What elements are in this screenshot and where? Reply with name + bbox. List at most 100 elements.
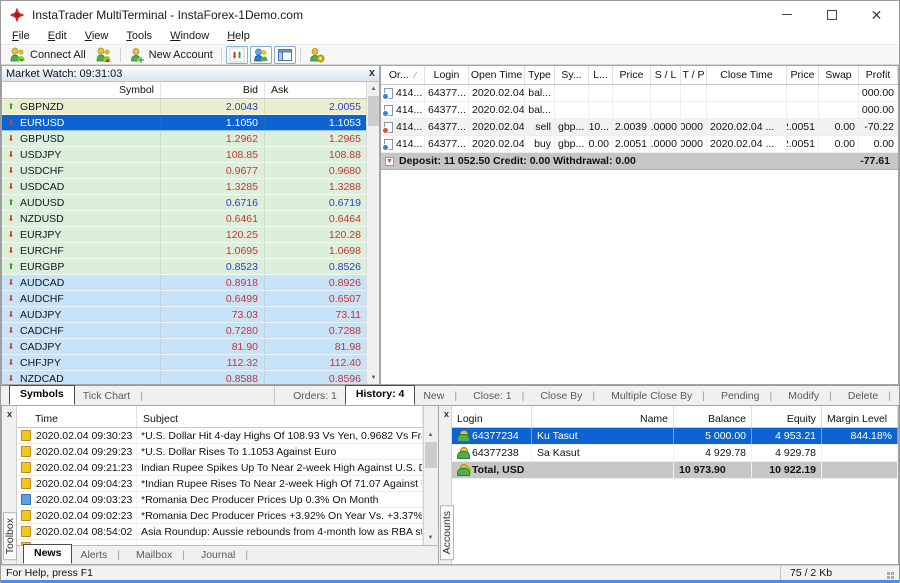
symbol-row[interactable]: AUDUSD 0.6716 0.6719 [2,195,368,211]
market-watch-tab[interactable]: Tick Chart [75,388,151,405]
symbol-row[interactable]: EURGBP 0.8523 0.8526 [2,259,368,275]
symbol-row[interactable]: CHFJPY 112.32 112.40 [2,355,368,371]
column-header[interactable]: Name [532,406,674,427]
order-row[interactable]: 414... 64377... 2020.02.04 ... buy gbp..… [381,136,898,153]
market-watch-title-bar[interactable]: Market Watch: 09:31:03 x [2,66,379,82]
symbol-row[interactable]: EURUSD 1.1050 1.1053 [2,115,368,131]
news-row[interactable]: 2020.02.04 09:30:23 *U.S. Dollar Hit 4-d… [17,428,423,444]
column-header[interactable]: Time [17,406,137,427]
symbol-row[interactable]: GBPUSD 1.2962 1.2965 [2,131,368,147]
market-watch-scrollbar[interactable]: ▲ ▼ [366,82,379,384]
accounts-close-button[interactable]: x [441,408,452,419]
column-header[interactable]: Profit [859,66,898,84]
toolbox-tab[interactable]: News [23,544,72,564]
scroll-up-icon[interactable]: ▲ [424,428,437,441]
symbol-row[interactable]: CADJPY 81.90 81.98 [2,339,368,355]
news-row[interactable]: 2020.02.04 09:03:23 *Romania Dec Produce… [17,492,423,508]
menu-item[interactable]: Help [218,29,259,43]
menu-item[interactable]: View [76,29,118,43]
symbol-row[interactable]: CADCHF 0.7280 0.7288 [2,323,368,339]
orders-tab[interactable]: Delete [840,388,899,405]
market-watch-toggle-button[interactable] [226,46,248,64]
menu-item[interactable]: File [3,29,39,43]
menu-item[interactable]: Tools [117,29,161,43]
menu-item[interactable]: Edit [39,29,76,43]
order-row[interactable]: 414... 64377... 2020.02.04 ... sell gbp.… [381,119,898,136]
market-watch-tab[interactable]: Symbols [9,385,75,405]
orders-tab[interactable]: New [415,388,465,405]
scroll-down-icon[interactable]: ▼ [367,371,380,384]
column-header[interactable]: S / L [651,66,681,84]
column-header[interactable]: Bid [161,82,265,98]
column-header[interactable]: Sy... [555,66,589,84]
column-header[interactable]: Login [452,406,532,427]
menu-item[interactable]: Window [161,29,218,43]
column-header[interactable]: Close Time [707,66,787,84]
order-row[interactable]: 414... 64377... 2020.02.04 ... bal... 5 … [381,102,898,119]
account-row[interactable]: 64377238 Sa Kasut 4 929.78 4 929.78 [452,445,898,462]
orders-tab[interactable]: Pending [713,388,780,405]
market-watch-close-button[interactable]: x [369,68,375,79]
connect-all-button[interactable]: Connect All [5,46,91,64]
news-row[interactable]: 2020.02.04 08:54:02 Asia Roundup: Aussie… [17,524,423,540]
symbol-row[interactable]: EURJPY 120.25 120.28 [2,227,368,243]
column-header[interactable]: Price [613,66,651,84]
scrollbar-thumb[interactable] [368,96,379,126]
toolbox-vertical-tab[interactable]: Toolbox [3,512,17,560]
column-header[interactable]: Login [425,66,469,84]
column-header[interactable]: Symbol [2,82,161,98]
symbol-row[interactable]: USDCHF 0.9677 0.9680 [2,163,368,179]
toolbox-close-button[interactable]: x [4,408,15,419]
column-header[interactable]: Type [525,66,555,84]
column-header[interactable]: Subject [137,406,423,427]
orders-tab[interactable]: Close By [532,388,603,405]
column-header[interactable]: L... [589,66,613,84]
symbol-row[interactable]: AUDCAD 0.8918 0.8926 [2,275,368,291]
news-row[interactable]: 2020.02.04 09:29:23 *U.S. Dollar Rises T… [17,444,423,460]
symbol-row[interactable]: EURCHF 1.0695 1.0698 [2,243,368,259]
accounts-vertical-tab[interactable]: Accounts [440,505,454,560]
scroll-up-icon[interactable]: ▲ [367,82,380,95]
column-header[interactable]: Margin Level [822,406,898,427]
column-header[interactable]: Open Time [469,66,525,84]
toolbox-tab[interactable]: Alerts [72,547,128,564]
scroll-down-icon[interactable]: ▼ [424,531,437,544]
resize-grip[interactable] [891,572,894,575]
column-header[interactable]: Equity [752,406,822,427]
orders-tab[interactable]: Multiple Close By [603,388,713,405]
column-header[interactable]: Price [787,66,819,84]
news-row[interactable]: 2020.02.04 09:04:23 *Indian Rupee Rises … [17,476,423,492]
column-header[interactable]: Or...∕ [381,66,425,84]
column-header[interactable]: T / P [681,66,707,84]
news-row[interactable]: 2020.02.04 09:21:23 Indian Rupee Spikes … [17,460,423,476]
close-button[interactable]: ✕ [854,1,899,28]
news-row[interactable]: 2020.02.04 09:02:23 *Romania Dec Produce… [17,508,423,524]
news-scrollbar[interactable]: ▲ ▼ [423,406,438,564]
symbol-row[interactable]: NZDCAD 0.8588 0.8596 [2,371,368,385]
orders-tab[interactable]: History: 4 [345,385,415,405]
column-header[interactable]: Balance [674,406,752,427]
minimize-button[interactable] [764,1,809,28]
toolbox-tab[interactable]: Mailbox [128,547,193,564]
column-header[interactable]: Ask [265,82,368,98]
symbol-row[interactable]: GBPNZD 2.0043 2.0055 [2,99,368,115]
symbol-row[interactable]: USDJPY 108.85 108.88 [2,147,368,163]
disconnect-button[interactable] [91,46,117,64]
settings-button[interactable] [304,46,330,64]
new-account-button[interactable]: New Account [124,46,218,64]
order-row[interactable]: 414... 64377... 2020.02.04 ... bal... 5 … [381,85,898,102]
column-header[interactable]: Swap [819,66,859,84]
toolbox-toggle-button[interactable] [274,46,296,64]
symbol-row[interactable]: AUDCHF 0.6499 0.6507 [2,291,368,307]
toolbox-tab[interactable]: Journal [193,547,256,564]
orders-tab[interactable]: Orders: 1 [285,388,345,405]
scrollbar-thumb[interactable] [425,442,437,468]
orders-tab[interactable]: Close: 1 [465,388,532,405]
symbol-row[interactable]: USDCAD 1.3285 1.3288 [2,179,368,195]
orders-tab[interactable]: Modify [780,388,840,405]
symbol-row[interactable]: NZDUSD 0.6461 0.6464 [2,211,368,227]
accounts-toggle-button[interactable] [250,46,272,64]
maximize-button[interactable] [809,1,854,28]
account-row[interactable]: 64377234 Ku Tasut 5 000.00 4 953.21 844.… [452,428,898,445]
symbol-row[interactable]: AUDJPY 73.03 73.11 [2,307,368,323]
